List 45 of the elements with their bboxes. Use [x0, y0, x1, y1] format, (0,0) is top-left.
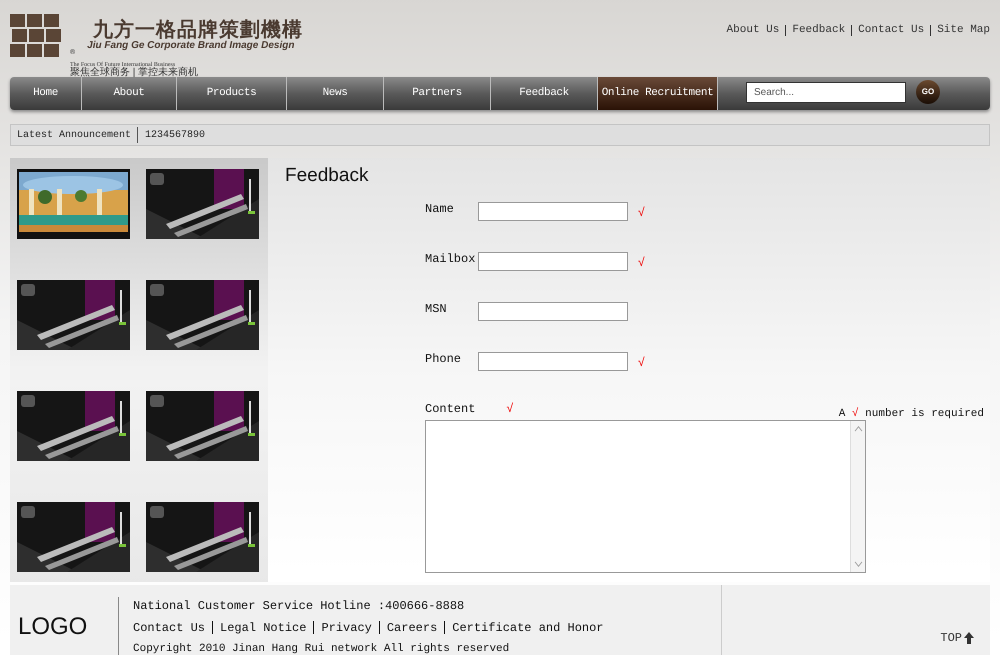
footer-link[interactable]: Legal Notice [220, 619, 306, 637]
footer-link[interactable]: Privacy [321, 619, 372, 637]
footer-link[interactable]: Contact Us [133, 619, 206, 637]
footer-link[interactable]: Careers [386, 619, 438, 637]
footer-logo: LOGO [17, 615, 88, 639]
field-label: Name [425, 200, 455, 218]
scrollbar[interactable] [850, 420, 865, 572]
required-mark: √ [638, 204, 645, 220]
required-mark: √ [506, 400, 514, 418]
text-field[interactable] [478, 352, 628, 370]
footer-link[interactable]: Certificate and Honor [452, 619, 604, 637]
hotline-text: National Customer Service Hotline :400666-8888 [133, 598, 466, 615]
required-note: A √ number is required [838, 406, 984, 422]
required-mark: √ [638, 354, 645, 370]
field-label: Phone [425, 350, 462, 368]
text-field[interactable] [478, 302, 628, 320]
search-field[interactable]: Search... [746, 82, 906, 103]
announcement-label: Latest Announcement [16, 128, 132, 142]
top-link[interactable]: Contact Us [858, 22, 924, 38]
up-arrow-icon [964, 632, 974, 644]
top-link[interactable]: Feedback [792, 22, 846, 38]
nav-tab[interactable]: Online Recruitment [598, 77, 718, 110]
field-label: Content [425, 400, 476, 418]
logo-subtitle: Jiu Fang Ge Corporate Brand Image Design [87, 41, 296, 51]
required-mark: √ [638, 254, 645, 270]
field-label: Mailbox [425, 250, 476, 268]
scroll-up-icon[interactable] [854, 424, 862, 432]
top-link[interactable]: About Us [726, 22, 780, 38]
nav-tab[interactable]: Home [10, 77, 82, 110]
text-field[interactable] [478, 202, 628, 220]
top-link[interactable]: Site Map [937, 22, 990, 38]
page-title: Feedback [285, 164, 370, 188]
nav-tab[interactable]: Products [177, 77, 287, 110]
logo-tagline: 聚焦全球商务 | 掌控未来商机 [70, 68, 200, 78]
logo-title: 九方一格品牌策劃機構 [93, 20, 304, 40]
announcement-text: 1234567890 [144, 128, 206, 142]
nav-tab[interactable]: News [287, 77, 384, 110]
copyright-text: Copyright 2010 Jinan Hang Rui network All rights reserved [133, 642, 510, 656]
top-link[interactable]: TOP [940, 629, 974, 647]
nav-tab[interactable]: About [82, 77, 177, 110]
scroll-down-icon[interactable] [854, 560, 862, 568]
field-label: MSN [425, 300, 448, 318]
text-field[interactable] [478, 252, 628, 270]
go-button[interactable]: GO [916, 80, 940, 104]
nav-tab[interactable]: Partners [384, 77, 491, 110]
